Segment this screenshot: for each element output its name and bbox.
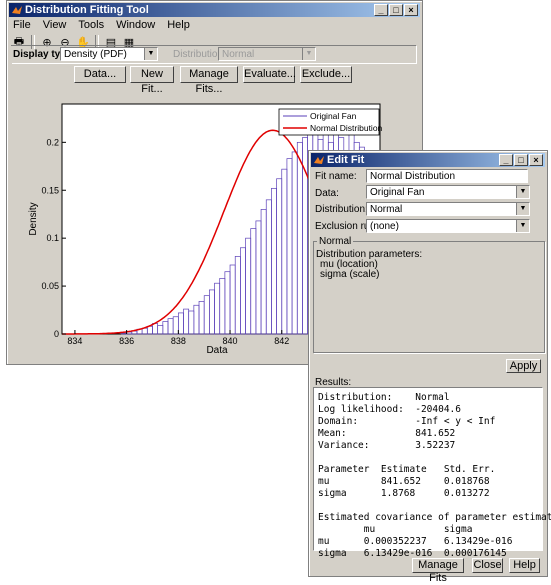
legend-normal-distribution: Normal Distribution <box>310 123 383 133</box>
menu-window[interactable]: Window <box>114 18 157 32</box>
chevron-down-icon: ▼ <box>516 220 529 232</box>
results-line <box>318 452 542 464</box>
y-tick-label: 0 <box>54 329 59 339</box>
distribution-label: Distribution: <box>315 204 368 215</box>
chevron-down-icon: ▼ <box>516 203 529 215</box>
results-line: Distribution: Normal <box>318 392 450 403</box>
y-tick-label: 0.15 <box>41 185 59 195</box>
new-fit-button[interactable]: New Fit... <box>130 66 174 95</box>
main-title-bar[interactable]: Distribution Fitting Tool _ □ × <box>9 3 420 17</box>
edit-fit-window: Edit Fit _ □ × Fit name: Normal Distribu… <box>308 150 551 584</box>
results-line: Variance: 3.52237 <box>318 440 456 451</box>
results-line: mu 0.000352237 6.13429e-016 <box>318 536 513 547</box>
menu-help[interactable]: Help <box>165 18 192 32</box>
data-label: Data: <box>315 188 339 199</box>
maximize-button[interactable]: □ <box>514 154 528 166</box>
edit-fit-title-bar[interactable]: Edit Fit _ □ × <box>311 153 545 167</box>
legend: Original Fan Normal Distribution <box>278 108 383 136</box>
panel-title: Normal <box>317 236 354 247</box>
results-line: Parameter Estimate Std. Err. <box>318 464 496 475</box>
y-tick-label: 0.2 <box>46 137 59 147</box>
param-sigma: sigma (scale) <box>320 269 380 280</box>
x-axis-label: Data <box>206 345 228 356</box>
distribution-value: Normal <box>222 49 255 60</box>
main-window-title: Distribution Fitting Tool <box>25 4 149 16</box>
legend-original-fan: Original Fan <box>310 111 357 121</box>
distribution-select: Normal ▼ <box>218 47 316 61</box>
matlab-logo-icon <box>12 6 22 14</box>
close-button[interactable]: Close <box>472 558 503 573</box>
exclude-button[interactable]: Exclude... <box>300 66 352 83</box>
results-line: mu 841.652 0.018768 <box>318 476 490 487</box>
x-tick-label: 842 <box>274 336 289 346</box>
x-tick-label: 838 <box>171 336 186 346</box>
data-select-value: Original Fan <box>370 187 425 198</box>
data-button[interactable]: Data... <box>74 66 126 83</box>
data-select[interactable]: Original Fan ▼ <box>366 185 530 199</box>
menu-file[interactable]: File <box>11 18 33 32</box>
y-axis-label: Density <box>28 202 39 235</box>
chevron-down-icon: ▼ <box>516 186 529 198</box>
fit-name-label: Fit name: <box>315 171 357 182</box>
results-line: Mean: 841.652 <box>318 428 456 439</box>
y-tick-label: 0.1 <box>46 233 59 243</box>
maximize-button[interactable]: □ <box>389 4 403 16</box>
close-window-button[interactable]: × <box>404 4 418 16</box>
y-tick-label: 0.05 <box>41 281 59 291</box>
results-textbox[interactable]: Distribution: Normal Log likelihood: -20… <box>313 387 551 559</box>
results-line: mu sigma <box>318 524 473 535</box>
exclusion-rule-value: (none) <box>370 221 399 232</box>
distribution-select[interactable]: Normal ▼ <box>366 202 530 216</box>
menu-view[interactable]: View <box>41 18 69 32</box>
display-type-value: Density (PDF) <box>64 49 127 60</box>
manage-fits-button[interactable]: Manage Fits <box>412 558 464 584</box>
results-line: sigma 1.8768 0.013272 <box>318 488 490 499</box>
results-line <box>318 500 542 512</box>
help-button[interactable]: Help <box>509 558 540 573</box>
display-type-select[interactable]: Density (PDF) ▼ <box>60 47 158 61</box>
menu-tools[interactable]: Tools <box>76 18 106 32</box>
apply-button[interactable]: Apply <box>506 359 541 373</box>
results-line: Domain: -Inf < y < Inf <box>318 416 496 427</box>
minimize-button[interactable]: _ <box>374 4 388 16</box>
evaluate-button[interactable]: Evaluate... <box>243 66 296 83</box>
matlab-logo-icon <box>314 156 324 164</box>
chevron-down-icon: ▼ <box>302 48 315 60</box>
results-line: Log likelihood: -20404.6 <box>318 404 461 415</box>
x-tick-label: 834 <box>67 336 82 346</box>
chevron-down-icon: ▼ <box>144 48 157 60</box>
distribution-select-value: Normal <box>370 204 403 215</box>
minimize-button[interactable]: _ <box>499 154 513 166</box>
fit-name-field[interactable]: Normal Distribution <box>366 169 528 183</box>
exclusion-rule-select[interactable]: (none) ▼ <box>366 219 530 233</box>
close-window-button[interactable]: × <box>529 154 543 166</box>
edit-fit-title: Edit Fit <box>327 154 365 166</box>
x-tick-label: 836 <box>119 336 134 346</box>
manage-fits-button[interactable]: Manage Fits... <box>180 66 238 95</box>
menu-bar: File View Tools Window Help <box>11 18 192 32</box>
results-line: Estimated covariance of parameter estima… <box>318 512 551 523</box>
